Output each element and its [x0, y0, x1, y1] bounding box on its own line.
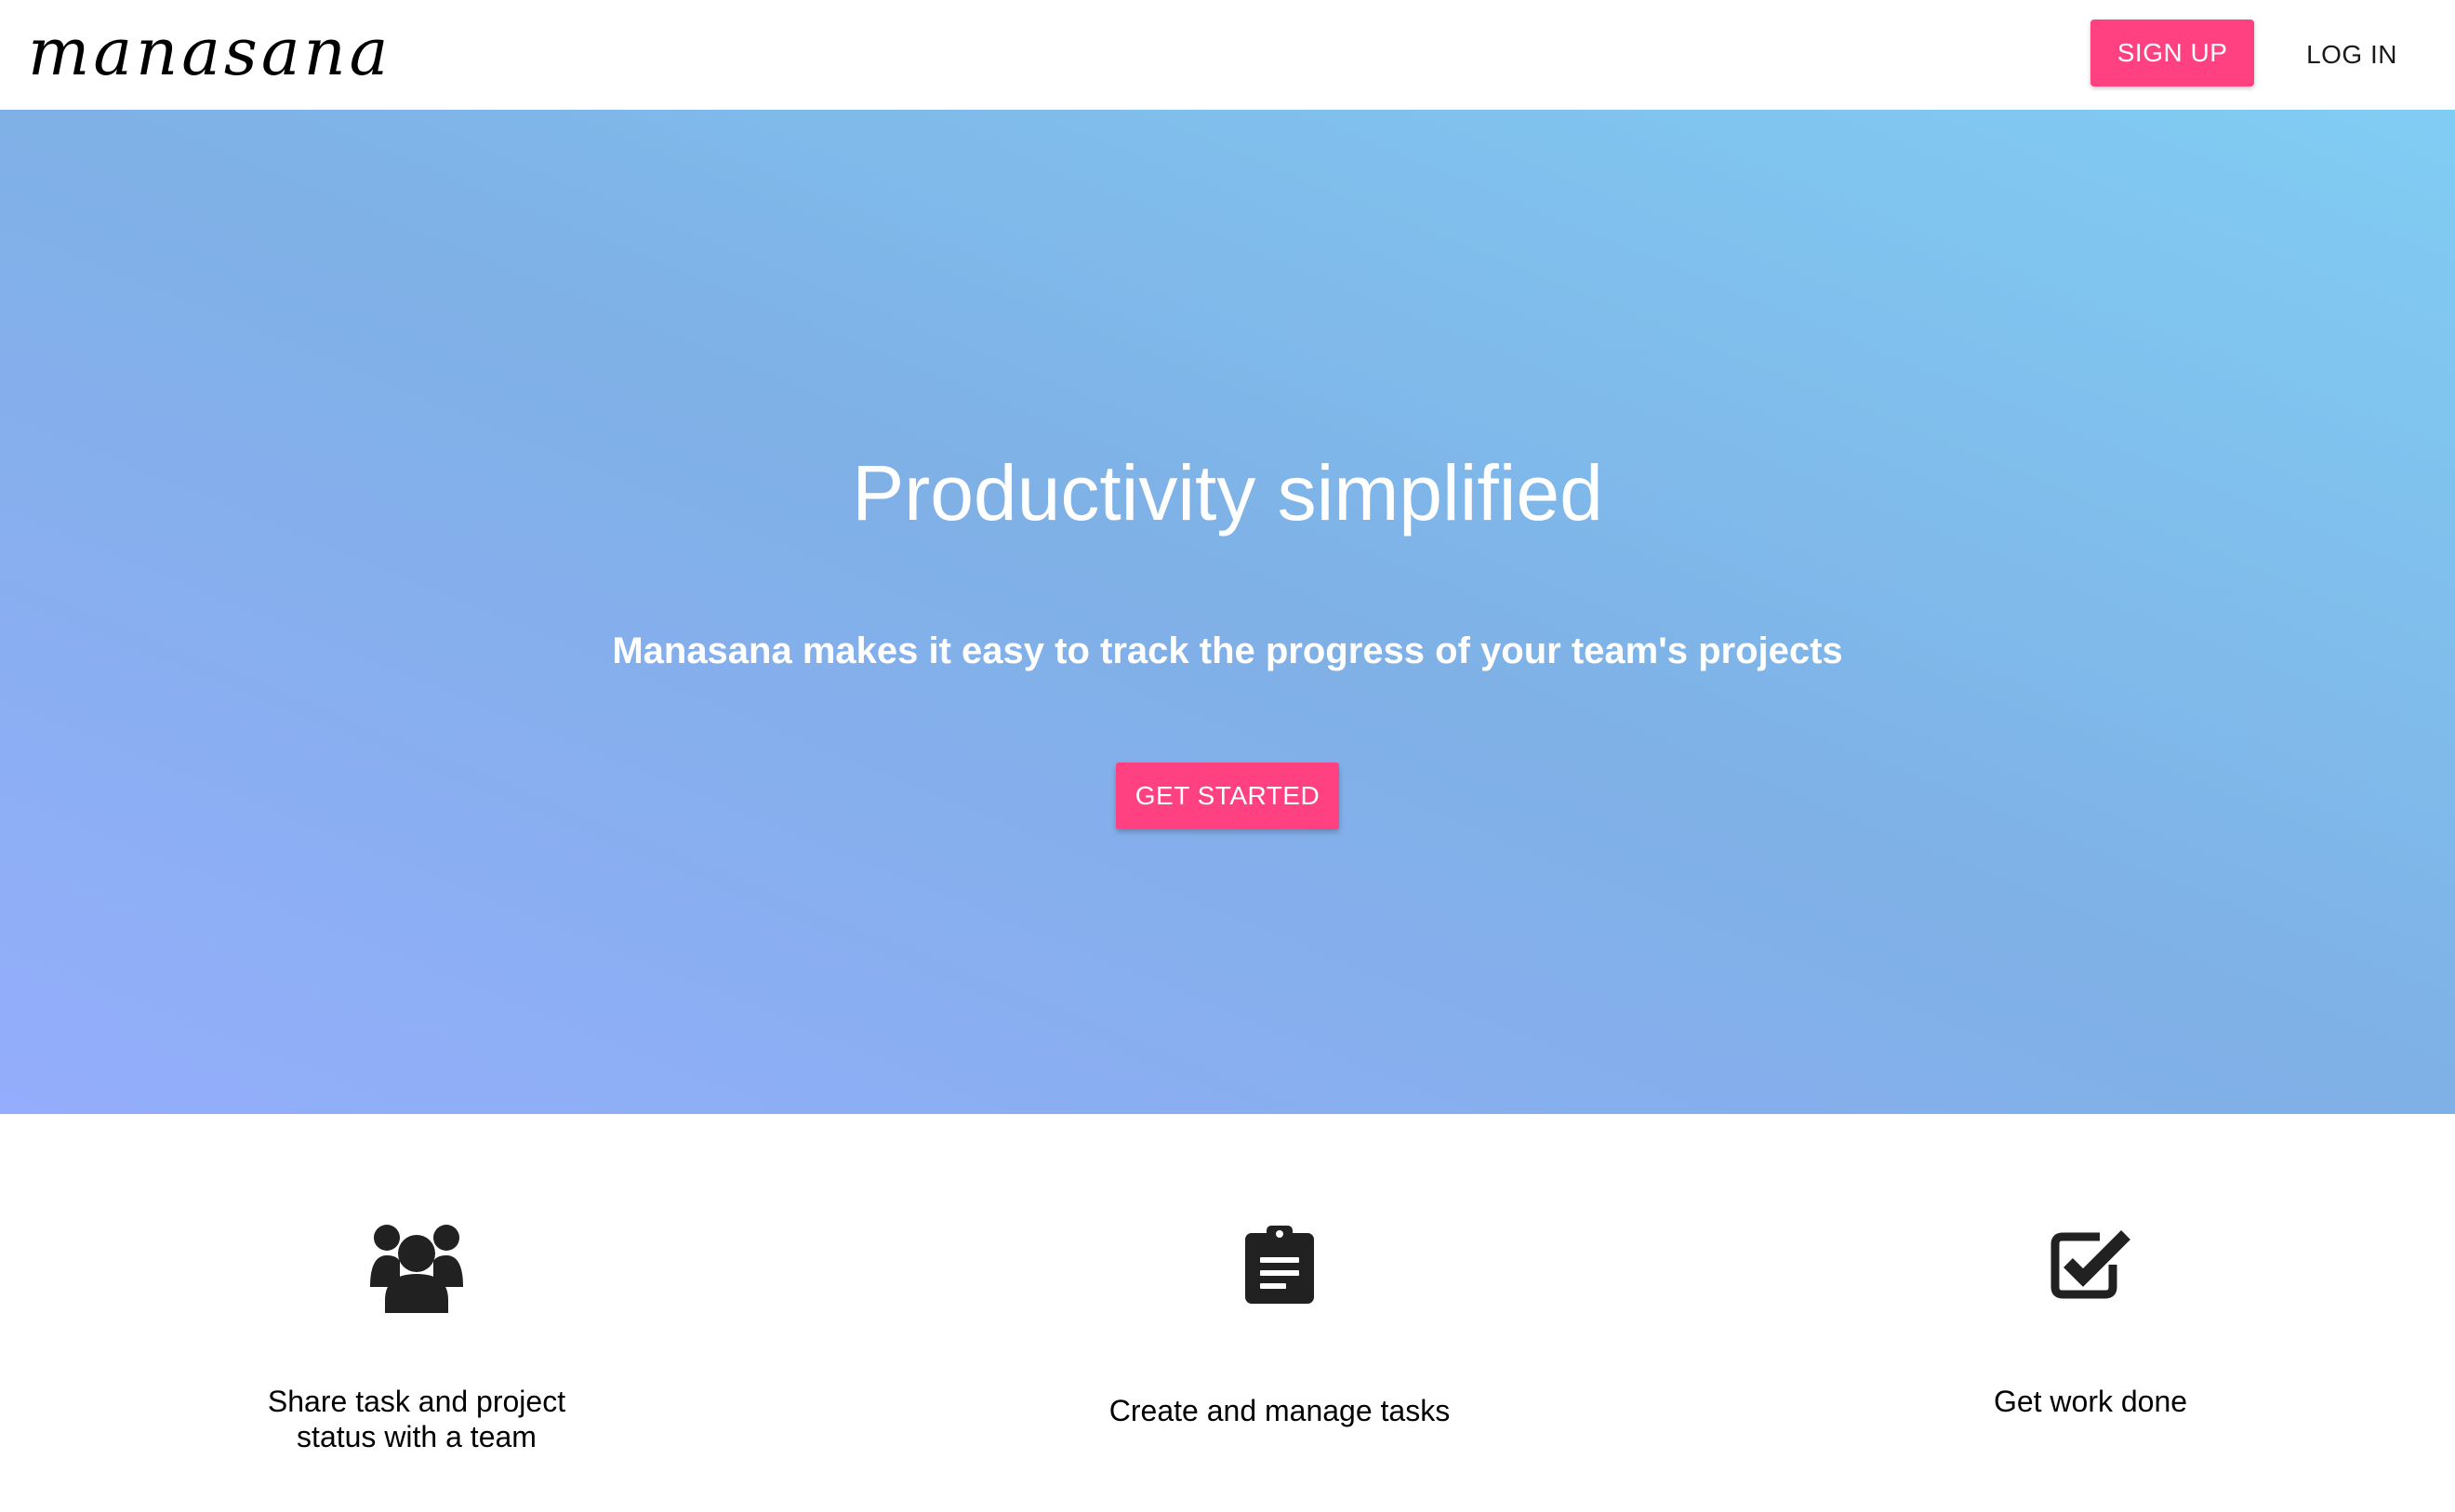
auth-nav: SIGN UP LOG IN [2090, 20, 2397, 86]
sign-up-button[interactable]: SIGN UP [2090, 20, 2255, 86]
hero-section: Productivity simplified Manasana makes i… [0, 110, 2455, 1114]
features-section: Share task and project status with a tea… [0, 1114, 2455, 1512]
feature-label: Get work done [1993, 1385, 2188, 1418]
get-started-button[interactable]: GET STARTED [1116, 763, 1339, 829]
brand-logo[interactable]: manasana [28, 20, 391, 85]
checkbox-checked-icon [2048, 1227, 2133, 1306]
hero-subtitle: Manasana makes it easy to track the prog… [612, 630, 1843, 671]
feature-label: Share task and project status with a tea… [267, 1385, 566, 1454]
hero-title: Productivity simplified [852, 449, 1603, 537]
users-icon [368, 1222, 465, 1318]
top-nav-bar: manasana SIGN UP LOG IN [0, 0, 2455, 110]
feature-label: Create and manage tasks [1108, 1394, 1451, 1427]
log-in-button[interactable]: LOG IN [2306, 40, 2397, 70]
clipboard-icon [1245, 1226, 1314, 1308]
